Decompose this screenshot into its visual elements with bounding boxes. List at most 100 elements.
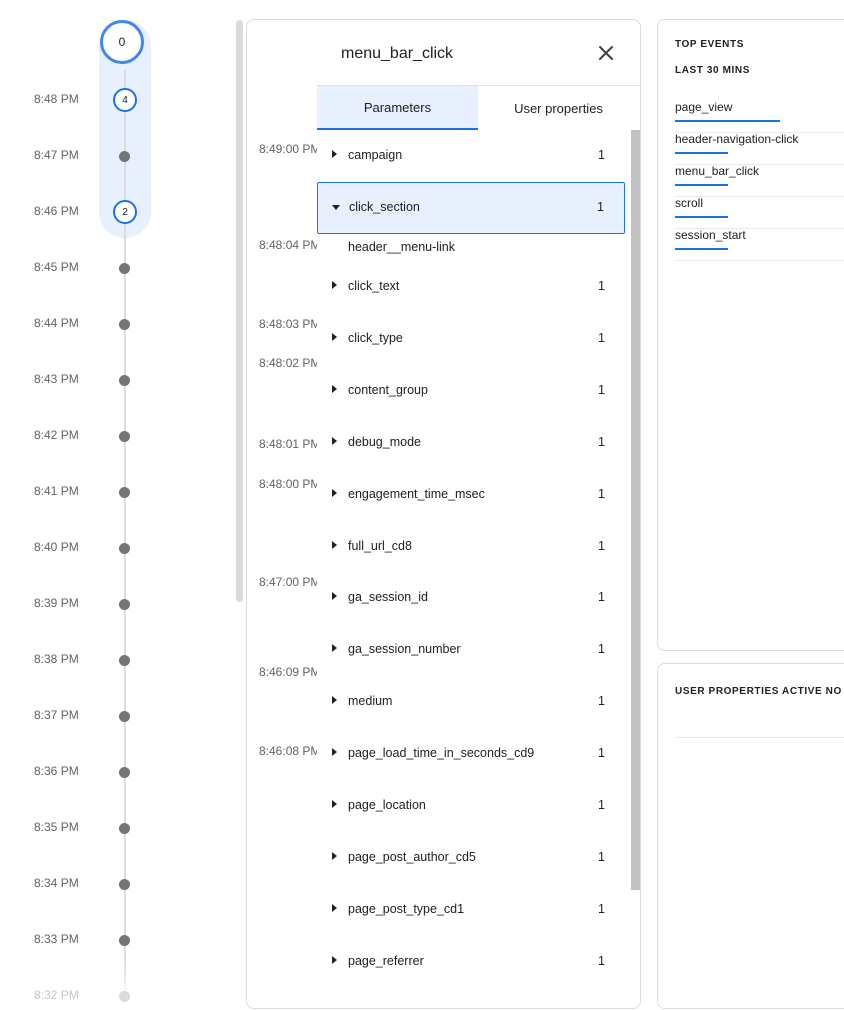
param-count: 1 [598,642,605,656]
event-timestamp[interactable]: 8:48:00 PM [259,477,317,491]
timeline-row[interactable]: 8:37 PM [0,706,236,726]
timeline-row[interactable]: 8:36 PM [0,762,236,782]
top-event-bar [675,120,780,122]
event-timestamp[interactable]: 8:48:02 PM [259,356,317,370]
timeline-row[interactable]: 8:45 PM [0,258,236,278]
timeline-dot[interactable] [119,431,130,442]
params-scrollbar-thumb[interactable] [631,130,640,890]
param-row-ga-session-id[interactable]: ga_session_id 1 [317,573,625,623]
top-event-bar [675,184,728,186]
caret-right-icon [332,904,337,912]
param-row-full-url[interactable]: full_url_cd8 1 [317,522,625,572]
param-name: page_load_time_in_seconds_cd9 [348,746,535,760]
param-row-page-load-time[interactable]: page_load_time_in_seconds_cd9 1 [317,729,625,779]
param-row-page-referrer[interactable]: page_referrer 1 [317,937,625,987]
param-count: 1 [597,200,604,214]
timeline-row[interactable]: 8:44 PM [0,314,236,334]
event-timestamp[interactable]: 8:46:09 PM [259,665,317,679]
timeline-dot[interactable] [119,543,130,554]
timeline-dot[interactable] [119,711,130,722]
top-events-heading: TOP EVENTS [675,39,744,50]
timeline-dot[interactable] [119,319,130,330]
tab-user-properties[interactable]: User properties [478,86,639,130]
timeline-time: 8:33 PM [34,932,79,946]
timeline-dot[interactable] [119,935,130,946]
user-properties-heading: USER PROPERTIES ACTIVE NO [675,686,842,697]
param-row-click-section[interactable]: click_section 1 [317,182,625,234]
timeline-row[interactable]: 8:32 PM [0,986,236,1006]
timeline-row[interactable]: 8:33 PM [0,930,236,950]
param-row-page-location[interactable]: page_location 1 [317,781,625,831]
timeline-event-count[interactable]: 4 [113,88,137,112]
event-timestamp[interactable]: 8:49:00 PM [259,142,317,156]
timeline-time: 8:47 PM [34,148,79,162]
param-row-click-type[interactable]: click_type 1 [317,314,625,364]
top-event-item[interactable]: header-navigation-click [675,132,844,165]
timeline: 0 8:48 PM 4 8:47 PM 8:46 PM 2 8:45 PM 8:… [0,0,243,1010]
caret-right-icon [332,541,337,549]
top-event-item[interactable]: session_start [675,228,844,261]
timeline-row[interactable]: 8:40 PM [0,538,236,558]
top-event-item[interactable]: menu_bar_click [675,164,844,197]
param-row-engagement-time[interactable]: engagement_time_msec 1 [317,470,625,520]
param-count: 1 [598,331,605,345]
event-timestamp[interactable]: 8:48:04 PM [259,238,317,252]
timeline-dot[interactable] [119,487,130,498]
event-timestamp[interactable]: 8:47:00 PM [259,575,317,589]
timeline-dot[interactable] [119,991,130,1002]
top-events-subheading: LAST 30 MINS [675,65,750,76]
top-event-name: session_start [675,228,746,242]
timeline-dot[interactable] [119,151,130,162]
param-row-content-group[interactable]: content_group 1 [317,366,625,416]
event-timestamp[interactable]: 8:48:01 PM [259,437,317,451]
timeline-current-count[interactable]: 0 [100,20,144,64]
top-event-bar [675,248,728,250]
timeline-row[interactable]: 8:42 PM [0,426,236,446]
timeline-row[interactable]: 8:38 PM [0,650,236,670]
param-row-medium[interactable]: medium 1 [317,677,625,727]
timeline-time: 8:46 PM [34,204,79,218]
timeline-event-count[interactable]: 2 [113,200,137,224]
timeline-row[interactable]: 8:41 PM [0,482,236,502]
timeline-scrollbar[interactable] [236,20,243,602]
event-timestamp[interactable]: 8:46:08 PM [259,744,317,758]
timeline-time: 8:36 PM [34,764,79,778]
caret-right-icon [332,852,337,860]
timeline-dot[interactable] [119,263,130,274]
tab-parameters[interactable]: Parameters [317,86,478,130]
event-timestamp[interactable]: 8:48:03 PM [259,317,317,331]
timeline-dot[interactable] [119,375,130,386]
timeline-row[interactable]: 8:43 PM [0,370,236,390]
close-icon[interactable] [595,42,617,64]
top-event-item[interactable]: page_view [675,100,844,133]
timeline-dot[interactable] [119,599,130,610]
param-row-ga-session-number[interactable]: ga_session_number 1 [317,625,625,675]
timeline-dot[interactable] [119,767,130,778]
top-event-bar [675,152,728,154]
param-count: 1 [598,798,605,812]
param-row-click-text[interactable]: click_text 1 [317,262,625,312]
timeline-row[interactable]: 8:39 PM [0,594,236,614]
timeline-dot[interactable] [119,879,130,890]
param-count: 1 [598,487,605,501]
top-event-name: header-navigation-click [675,132,799,146]
timeline-dot[interactable] [119,823,130,834]
timeline-row[interactable]: 8:48 PM 4 [0,88,236,112]
top-event-name: page_view [675,100,733,114]
timeline-row[interactable]: 8:47 PM [0,146,236,166]
timeline-row[interactable]: 8:46 PM 2 [0,200,236,224]
timeline-dot[interactable] [119,655,130,666]
param-row-page-post-author[interactable]: page_post_author_cd5 1 [317,833,625,883]
timeline-row[interactable]: 8:34 PM [0,874,236,894]
caret-right-icon [332,644,337,652]
param-name: page_post_author_cd5 [348,850,476,864]
caret-right-icon [332,333,337,341]
top-event-item[interactable]: scroll [675,196,844,229]
param-row-debug-mode[interactable]: debug_mode 1 [317,418,625,468]
param-row-page-post-type[interactable]: page_post_type_cd1 1 [317,885,625,935]
param-count: 1 [598,435,605,449]
top-events-card: TOP EVENTS LAST 30 MINS page_view header… [657,19,844,651]
param-row-campaign[interactable]: campaign 1 [317,131,625,181]
timeline-row[interactable]: 8:35 PM [0,818,236,838]
timeline-time: 8:41 PM [34,484,79,498]
